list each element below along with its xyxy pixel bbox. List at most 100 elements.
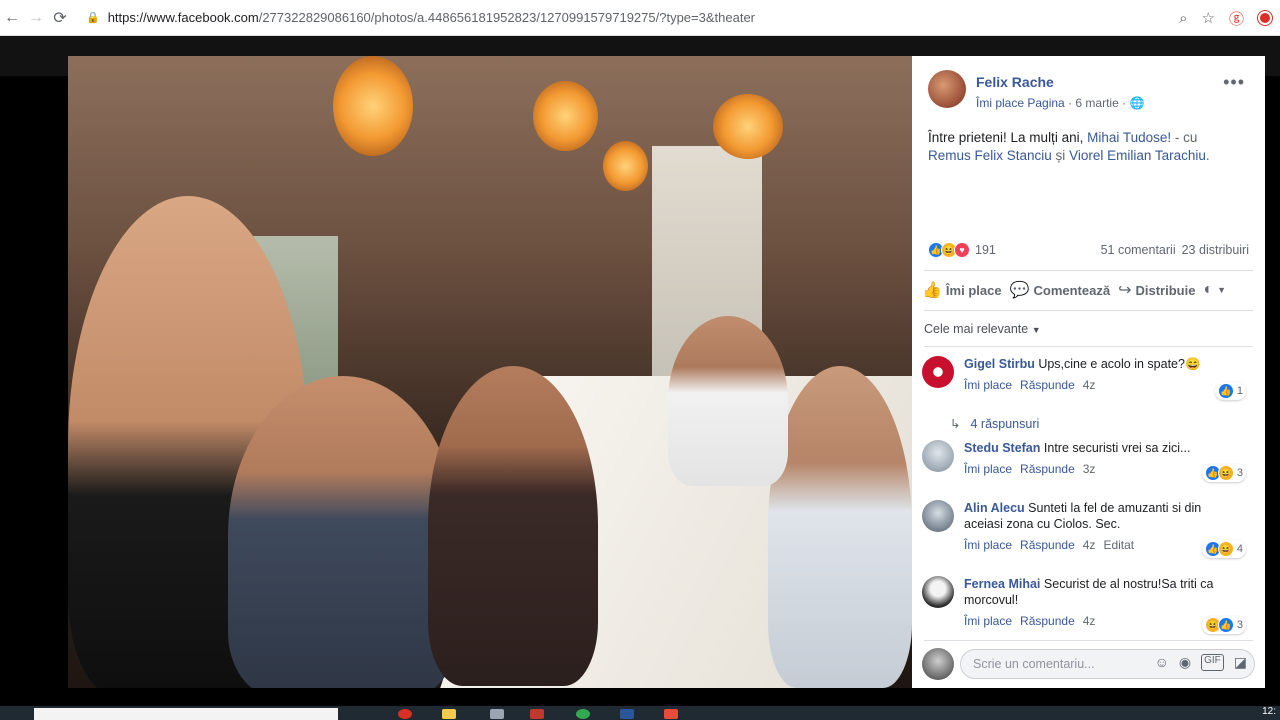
- comment-sort-dropdown[interactable]: Cele mai relevante ▼: [924, 322, 1041, 336]
- commenter-avatar[interactable]: [922, 500, 954, 532]
- extension-icon[interactable]: ⓖ: [1229, 8, 1244, 29]
- comment-reactions[interactable]: 😆 👍 3: [1201, 616, 1246, 634]
- commenter-avatar[interactable]: [922, 576, 954, 608]
- comment-body: Fernea Mihai Securist de al nostru!Sa tr…: [964, 576, 1214, 608]
- audience-selector[interactable]: ◐ ▼: [1203, 281, 1226, 299]
- lamp-2: [533, 81, 598, 151]
- post-text-end: .: [1205, 148, 1210, 163]
- tag-remus-felix-stanciu[interactable]: Remus Felix Stanciu: [928, 148, 1052, 163]
- divider-top: [924, 270, 1253, 271]
- taskbar-app-icon[interactable]: [530, 709, 544, 719]
- comment-reaction-count: 4: [1236, 543, 1243, 555]
- post-meta: Îmi place Pagina · 6 martie · 🌐: [976, 96, 1144, 110]
- commenter-name[interactable]: Alin Alecu: [964, 501, 1025, 515]
- more-options-icon[interactable]: •••: [1223, 72, 1245, 93]
- like-button[interactable]: 👍 Îmi place: [922, 280, 1002, 300]
- back-icon[interactable]: ←: [0, 0, 24, 36]
- lamp-1: [333, 56, 413, 156]
- comment-text: Intre securisti vrei sa zici...: [1043, 441, 1191, 455]
- tag-mihai-tudose[interactable]: Mihai Tudose!: [1087, 130, 1171, 145]
- post-text-intro: Între prieteni! La mulți ani,: [928, 130, 1088, 145]
- comment-like-link[interactable]: Îmi place: [964, 378, 1012, 392]
- post-text: Între prieteni! La mulți ani, Mihai Tudo…: [928, 129, 1253, 165]
- comment-reaction-count: 1: [1236, 385, 1243, 397]
- taskbar-app-icon[interactable]: [398, 709, 412, 719]
- author-avatar[interactable]: [928, 70, 966, 108]
- lock-icon[interactable]: 🔒: [86, 11, 100, 24]
- comment-time[interactable]: 4z: [1083, 538, 1096, 552]
- comment-like-link[interactable]: Îmi place: [964, 614, 1012, 628]
- post-text-with: - cu: [1171, 130, 1198, 145]
- comment-item: Alin Alecu Sunteti la fel de amuzanti si…: [922, 500, 1252, 558]
- post-stats: 👍 😆 ♥ 191 51 comentarii 23 distribuiri: [928, 242, 1249, 258]
- comment-reaction-count: 3: [1236, 467, 1243, 479]
- tag-viorel-emilian-tarachiu[interactable]: Viorel Emilian Tarachiu: [1069, 148, 1206, 163]
- commenter-name[interactable]: Stedu Stefan: [964, 441, 1040, 455]
- lamp-3: [603, 141, 648, 191]
- taskbar-search[interactable]: [34, 708, 338, 720]
- comment-icon: 💬: [1009, 282, 1030, 299]
- comment-reaction-count: 3: [1236, 619, 1243, 631]
- taskbar-app-icon[interactable]: [490, 709, 504, 719]
- comment-reactions[interactable]: 👍 😆 3: [1201, 464, 1246, 482]
- comment-time[interactable]: 3z: [1083, 462, 1096, 476]
- taskbar-app-icon[interactable]: [664, 709, 678, 719]
- comment-like-link[interactable]: Îmi place: [964, 538, 1012, 552]
- comment-reply-link[interactable]: Răspunde: [1020, 614, 1075, 628]
- person-suit: [228, 376, 458, 688]
- comment-reply-link[interactable]: Răspunde: [1020, 462, 1075, 476]
- comment-body: Gigel Stirbu Ups,cine e acolo in spate?😄: [964, 356, 1201, 372]
- comment-edited-label[interactable]: Editat: [1103, 538, 1134, 552]
- share-button[interactable]: ↪ Distribuie: [1118, 280, 1195, 300]
- comment-button[interactable]: 💬 Comentează: [1010, 280, 1111, 300]
- like-reaction-icon: 👍: [1217, 617, 1234, 633]
- view-replies-link[interactable]: ↳ 4 răspunsuri: [950, 416, 1039, 431]
- comment-actions: Îmi place Răspunde 4z: [964, 614, 1214, 628]
- comment-button-label: Comentează: [1033, 282, 1111, 298]
- like-page-link[interactable]: Îmi place Pagina: [976, 96, 1065, 110]
- reactions-count[interactable]: 191: [975, 243, 996, 257]
- taskbar-word-icon[interactable]: [620, 709, 634, 719]
- commenter-avatar[interactable]: [922, 440, 954, 472]
- forward-icon[interactable]: →: [24, 0, 48, 36]
- post-date[interactable]: 6 martie: [1075, 96, 1118, 110]
- comment-item: Gigel Stirbu Ups,cine e acolo in spate?😄…: [922, 356, 1252, 400]
- current-user-avatar[interactable]: [922, 648, 954, 680]
- person-center: [428, 366, 598, 686]
- reload-icon[interactable]: ⟳: [48, 0, 72, 36]
- comment-like-link[interactable]: Îmi place: [964, 462, 1012, 476]
- chevron-down-icon: ▼: [1217, 285, 1227, 295]
- gif-icon[interactable]: GIF: [1201, 654, 1224, 671]
- shares-count[interactable]: 23 distribuiri: [1182, 243, 1249, 257]
- commenter-name[interactable]: Gigel Stirbu: [964, 357, 1035, 371]
- address-bar[interactable]: https://www.facebook.com/277322829086160…: [108, 10, 755, 25]
- comments-count[interactable]: 51 comentarii: [1101, 243, 1176, 257]
- profile-avatar-icon: ◐: [1203, 281, 1214, 298]
- camera-icon[interactable]: ◉: [1179, 654, 1191, 671]
- post-photo[interactable]: [68, 56, 912, 688]
- emoji-icon[interactable]: ☺: [1155, 654, 1169, 671]
- taskbar-chrome-icon[interactable]: [576, 709, 590, 719]
- record-extension-icon[interactable]: [1258, 11, 1272, 25]
- comment-reply-link[interactable]: Răspunde: [1020, 538, 1075, 552]
- love-reaction-icon[interactable]: ♥: [954, 242, 970, 258]
- commenter-name[interactable]: Fernea Mihai: [964, 577, 1040, 591]
- comment-time[interactable]: 4z: [1083, 614, 1096, 628]
- comment-reactions[interactable]: 👍 1: [1214, 382, 1246, 400]
- zoom-icon[interactable]: ⌕: [1179, 10, 1187, 27]
- person-white-shirt: [668, 316, 788, 486]
- taskbar-clock[interactable]: 12:: [1262, 706, 1276, 717]
- comment-actions: Îmi place Răspunde 4z: [964, 378, 1201, 392]
- author-name[interactable]: Felix Rache: [976, 74, 1144, 90]
- taskbar-folder-icon[interactable]: [442, 709, 456, 719]
- comment-composer: Scrie un comentariu... ☺ ◉ GIF ◪: [922, 648, 1255, 680]
- divider-comments: [924, 346, 1253, 347]
- comment-reactions[interactable]: 👍 😆 4: [1201, 540, 1246, 558]
- bookmark-star-icon[interactable]: ☆: [1202, 9, 1215, 27]
- comment-reply-link[interactable]: Răspunde: [1020, 378, 1075, 392]
- comment-time[interactable]: 4z: [1083, 378, 1096, 392]
- sticker-icon[interactable]: ◪: [1234, 654, 1247, 671]
- post-side-panel: Felix Rache Îmi place Pagina · 6 martie …: [912, 56, 1265, 688]
- globe-icon: 🌐: [1129, 96, 1145, 110]
- commenter-avatar[interactable]: [922, 356, 954, 388]
